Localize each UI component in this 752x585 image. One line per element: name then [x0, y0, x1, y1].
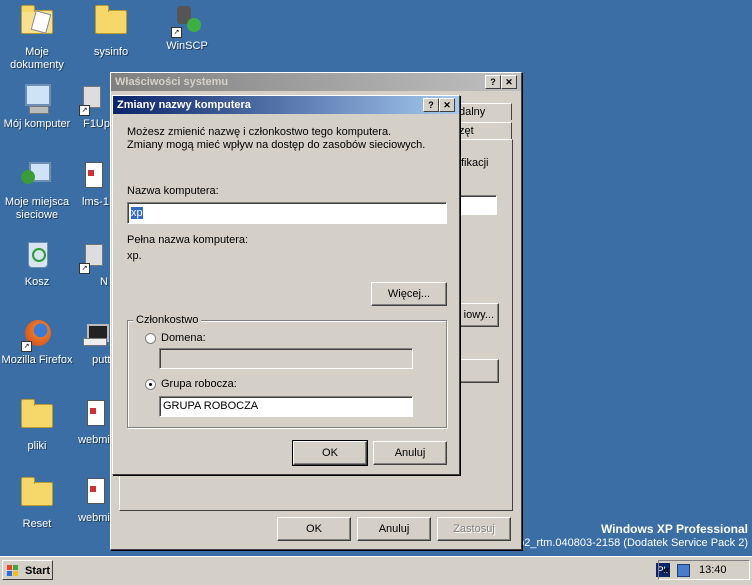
chevron-left-icon[interactable]: « — [663, 563, 670, 577]
button-label: Więcej... — [387, 288, 431, 300]
folder-icon — [21, 399, 53, 436]
desktop-icon-sysinfo[interactable]: sysinfo — [74, 4, 148, 59]
shortcut-icon: ↗ — [75, 240, 107, 274]
clock[interactable]: 13:40 — [699, 564, 727, 576]
domain-label[interactable]: Domena: — [161, 332, 206, 344]
desktop-icon-f1up[interactable]: ↗ F1Up — [66, 82, 116, 131]
desktop-icon-label: sysinfo — [93, 46, 129, 58]
desktop-icon-my-documents[interactable]: Moje dokumenty — [0, 4, 74, 72]
file-icon — [75, 160, 107, 192]
domain-field[interactable] — [159, 348, 413, 369]
intro-text: Możesz zmienić nazwę i członkostwo tego … — [127, 126, 426, 151]
button-label: Anuluj — [378, 523, 410, 535]
shortcut-icon: ↗ — [75, 82, 107, 116]
desktop-icon-label: WinSCP — [166, 40, 208, 52]
desktop-icon-lms[interactable]: lms-1. — [66, 160, 116, 209]
more-button[interactable]: Więcej... — [371, 282, 447, 306]
desktop-icon-label: Kosz — [24, 276, 50, 288]
desktop-icon-pliki[interactable]: pliki — [0, 398, 74, 453]
button-label: OK — [322, 447, 338, 459]
tab-label: dalny — [459, 106, 486, 118]
firefox-icon: ↗ — [21, 318, 53, 352]
desktop-icon-label: Moje dokumenty — [10, 46, 64, 71]
winscp-icon: ↗ — [171, 4, 203, 38]
file-icon — [77, 398, 109, 430]
file-icon — [77, 476, 109, 508]
apply-button[interactable]: Zastosuj — [437, 517, 511, 541]
help-icon[interactable]: ? — [423, 98, 439, 112]
panel-text-fragment: fikacji — [461, 157, 489, 169]
help-icon[interactable]: ? — [485, 75, 501, 89]
workgroup-field[interactable]: GRUPA ROBOCZA — [159, 396, 413, 417]
button-label: Zastosuj — [453, 523, 495, 535]
network-icon[interactable] — [677, 564, 690, 577]
dialog-title: Zmiany nazwy komputera — [117, 99, 251, 111]
my-documents-icon — [21, 5, 53, 42]
computer-name-label: Nazwa komputera: — [127, 185, 219, 197]
tab-label: zęt — [459, 125, 474, 137]
close-icon[interactable]: ✕ — [439, 98, 455, 112]
desktop-icon-reset[interactable]: Reset — [0, 476, 74, 531]
desktop-icon-label: Mój komputer — [3, 118, 71, 130]
membership-label: Członkostwo — [133, 314, 202, 326]
computer-name-dialog: Zmiany nazwy komputera ? ✕ Możesz zmieni… — [112, 95, 460, 475]
desktop-icon-recycle-bin[interactable]: Kosz — [0, 240, 74, 289]
desktop-icon-label: pliki — [27, 440, 47, 452]
desktop-icon-label: Mozilla Firefox — [1, 354, 73, 366]
desktop-icon-label: Moje miejsca sieciowe — [4, 196, 70, 221]
button-label: iowy... — [463, 309, 494, 321]
cancel-button[interactable]: Anuluj — [373, 441, 447, 465]
desktop-icon-label: N — [100, 276, 108, 288]
os-build-text: p2_rtm.040803-2158 (Dodatek Service Pack… — [518, 537, 748, 549]
ok-button[interactable]: OK — [292, 440, 368, 466]
close-icon[interactable]: ✕ — [501, 75, 517, 89]
window-title: Właściwości systemu — [115, 76, 229, 88]
system-tray: « 13:40 — [658, 560, 750, 580]
computer-name-value: xp — [131, 207, 143, 219]
desktop-icon-n[interactable]: ↗ N — [66, 240, 116, 289]
dialog-titlebar[interactable]: Zmiany nazwy komputera ? ✕ — [113, 96, 459, 114]
button-label: OK — [306, 523, 322, 535]
taskbar: Start PL « 13:40 — [0, 556, 752, 585]
tab-remote[interactable]: dalny — [459, 103, 512, 120]
desktop-icon-firefox[interactable]: ↗ Mozilla Firefox — [0, 318, 74, 367]
system-properties-titlebar[interactable]: Właściwości systemu ? ✕ — [111, 73, 521, 91]
desktop-icon-network-places[interactable]: Moje miejsca sieciowe — [0, 160, 74, 222]
domain-radio[interactable] — [145, 333, 156, 344]
workgroup-label[interactable]: Grupa robocza: — [161, 378, 237, 390]
start-label: Start — [25, 565, 51, 577]
desktop-icon-label: F1Up — [83, 118, 110, 130]
windows-logo-icon — [7, 565, 19, 576]
cancel-button[interactable]: Anuluj — [357, 517, 431, 541]
folder-icon — [21, 477, 53, 514]
computer-name-field[interactable]: xp — [127, 202, 447, 224]
network-places-icon — [21, 160, 53, 192]
full-name-label: Pełna nazwa komputera: — [127, 234, 249, 246]
desktop-icon-winscp[interactable]: ↗ WinSCP — [150, 4, 224, 53]
start-button[interactable]: Start — [2, 560, 53, 580]
button-label: Anuluj — [394, 447, 426, 459]
recycle-bin-icon — [21, 240, 53, 272]
folder-icon — [95, 5, 127, 42]
ok-button[interactable]: OK — [277, 517, 351, 541]
my-computer-icon — [21, 82, 53, 114]
tab-hardware[interactable]: zęt — [459, 122, 512, 139]
full-name-value: xp. — [127, 250, 142, 262]
desktop-icon-my-computer[interactable]: Mój komputer — [0, 82, 74, 131]
putty-icon — [77, 318, 109, 350]
os-name-text: Windows XP Professional — [600, 522, 748, 536]
desktop-icon-label: lms-1. — [82, 196, 112, 208]
workgroup-radio[interactable] — [145, 379, 156, 390]
desktop-icon-label: Reset — [22, 518, 52, 530]
